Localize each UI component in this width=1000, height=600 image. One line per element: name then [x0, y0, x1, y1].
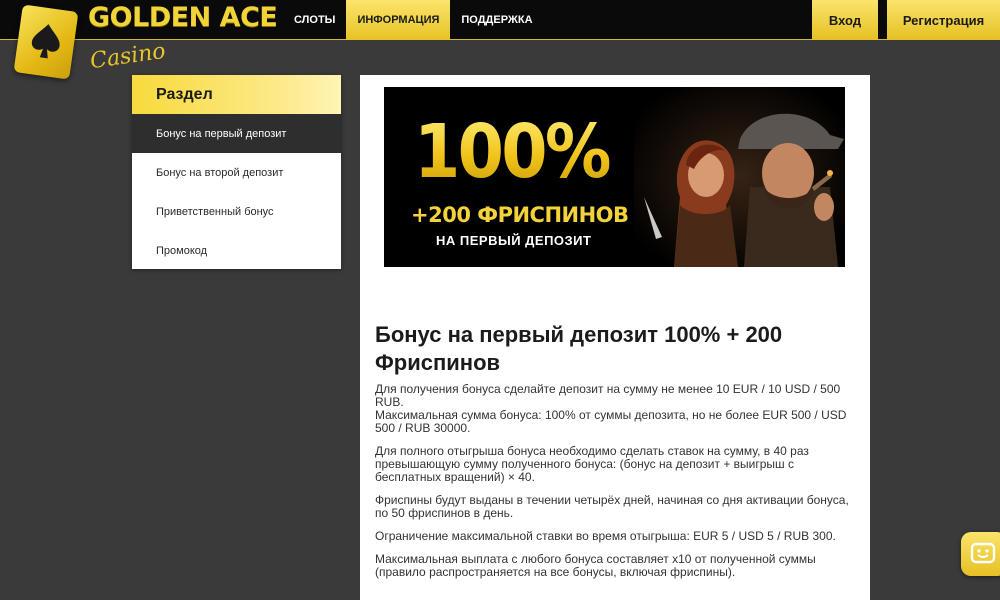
- sidebar-item-second-deposit[interactable]: Бонус на второй депозит: [132, 153, 341, 192]
- section-sidebar: Раздел Бонус на первый депозит Бонус на …: [132, 75, 341, 269]
- main-nav: СЛОТЫ ИНФОРМАЦИЯ ПОДДЕРЖКА: [283, 0, 544, 40]
- banner-freespins: +200 ФРИСПИНОВ: [411, 203, 629, 227]
- article-text-min-deposit: Для получения бонуса сделайте депозит на…: [375, 382, 841, 409]
- article-body: Для получения бонуса сделайте депозит на…: [375, 383, 860, 589]
- content-panel: 100% +200 ФРИСПИНОВ НА ПЕРВЫЙ ДЕПОЗИТ Бо…: [360, 75, 870, 600]
- banner-caption: НА ПЕРВЫЙ ДЕПОЗИТ: [436, 233, 592, 248]
- article-paragraph: Максимальная выплата с любого бонуса сос…: [375, 552, 816, 579]
- sidebar-item-welcome-bonus[interactable]: Приветственный бонус: [132, 192, 341, 231]
- login-button[interactable]: Вход: [812, 0, 878, 40]
- article-paragraph: Ограничение максимальной ставки во время…: [375, 529, 836, 543]
- article-paragraph: Для полного отыгрыша бонуса необходимо с…: [375, 444, 809, 484]
- banner-characters-illustration: [634, 87, 845, 267]
- nav-item-support[interactable]: ПОДДЕРЖКА: [450, 0, 543, 40]
- smiley-chat-icon: [970, 542, 996, 564]
- sidebar-item-first-deposit[interactable]: Бонус на первый депозит: [132, 114, 341, 153]
- brand-name[interactable]: GOLDEN ACE: [88, 2, 278, 33]
- brand-subtitle: Casino: [88, 38, 168, 75]
- sidebar-title: Раздел: [132, 75, 341, 114]
- nav-item-slots[interactable]: СЛОТЫ: [283, 0, 346, 40]
- register-button[interactable]: Регистрация: [887, 0, 1000, 40]
- nav-item-info[interactable]: ИНФОРМАЦИЯ: [346, 0, 451, 40]
- promo-banner: 100% +200 ФРИСПИНОВ НА ПЕРВЫЙ ДЕПОЗИТ: [384, 87, 845, 267]
- sidebar-item-promocode[interactable]: Промокод: [132, 231, 341, 270]
- chat-button[interactable]: [961, 532, 1000, 576]
- spade-card-icon[interactable]: [13, 4, 79, 80]
- article-title: Бонус на первый депозит 100% + 200 Фрисп…: [375, 322, 783, 375]
- banner-percent: 100%: [414, 109, 612, 195]
- article-paragraph: Фриспины будут выданы в течении четырёх …: [375, 493, 849, 520]
- article-paragraph: Для получения бонуса сделайте депозит на…: [375, 383, 860, 435]
- article-text-max-bonus: Максимальная сумма бонуса: 100% от суммы…: [375, 408, 847, 435]
